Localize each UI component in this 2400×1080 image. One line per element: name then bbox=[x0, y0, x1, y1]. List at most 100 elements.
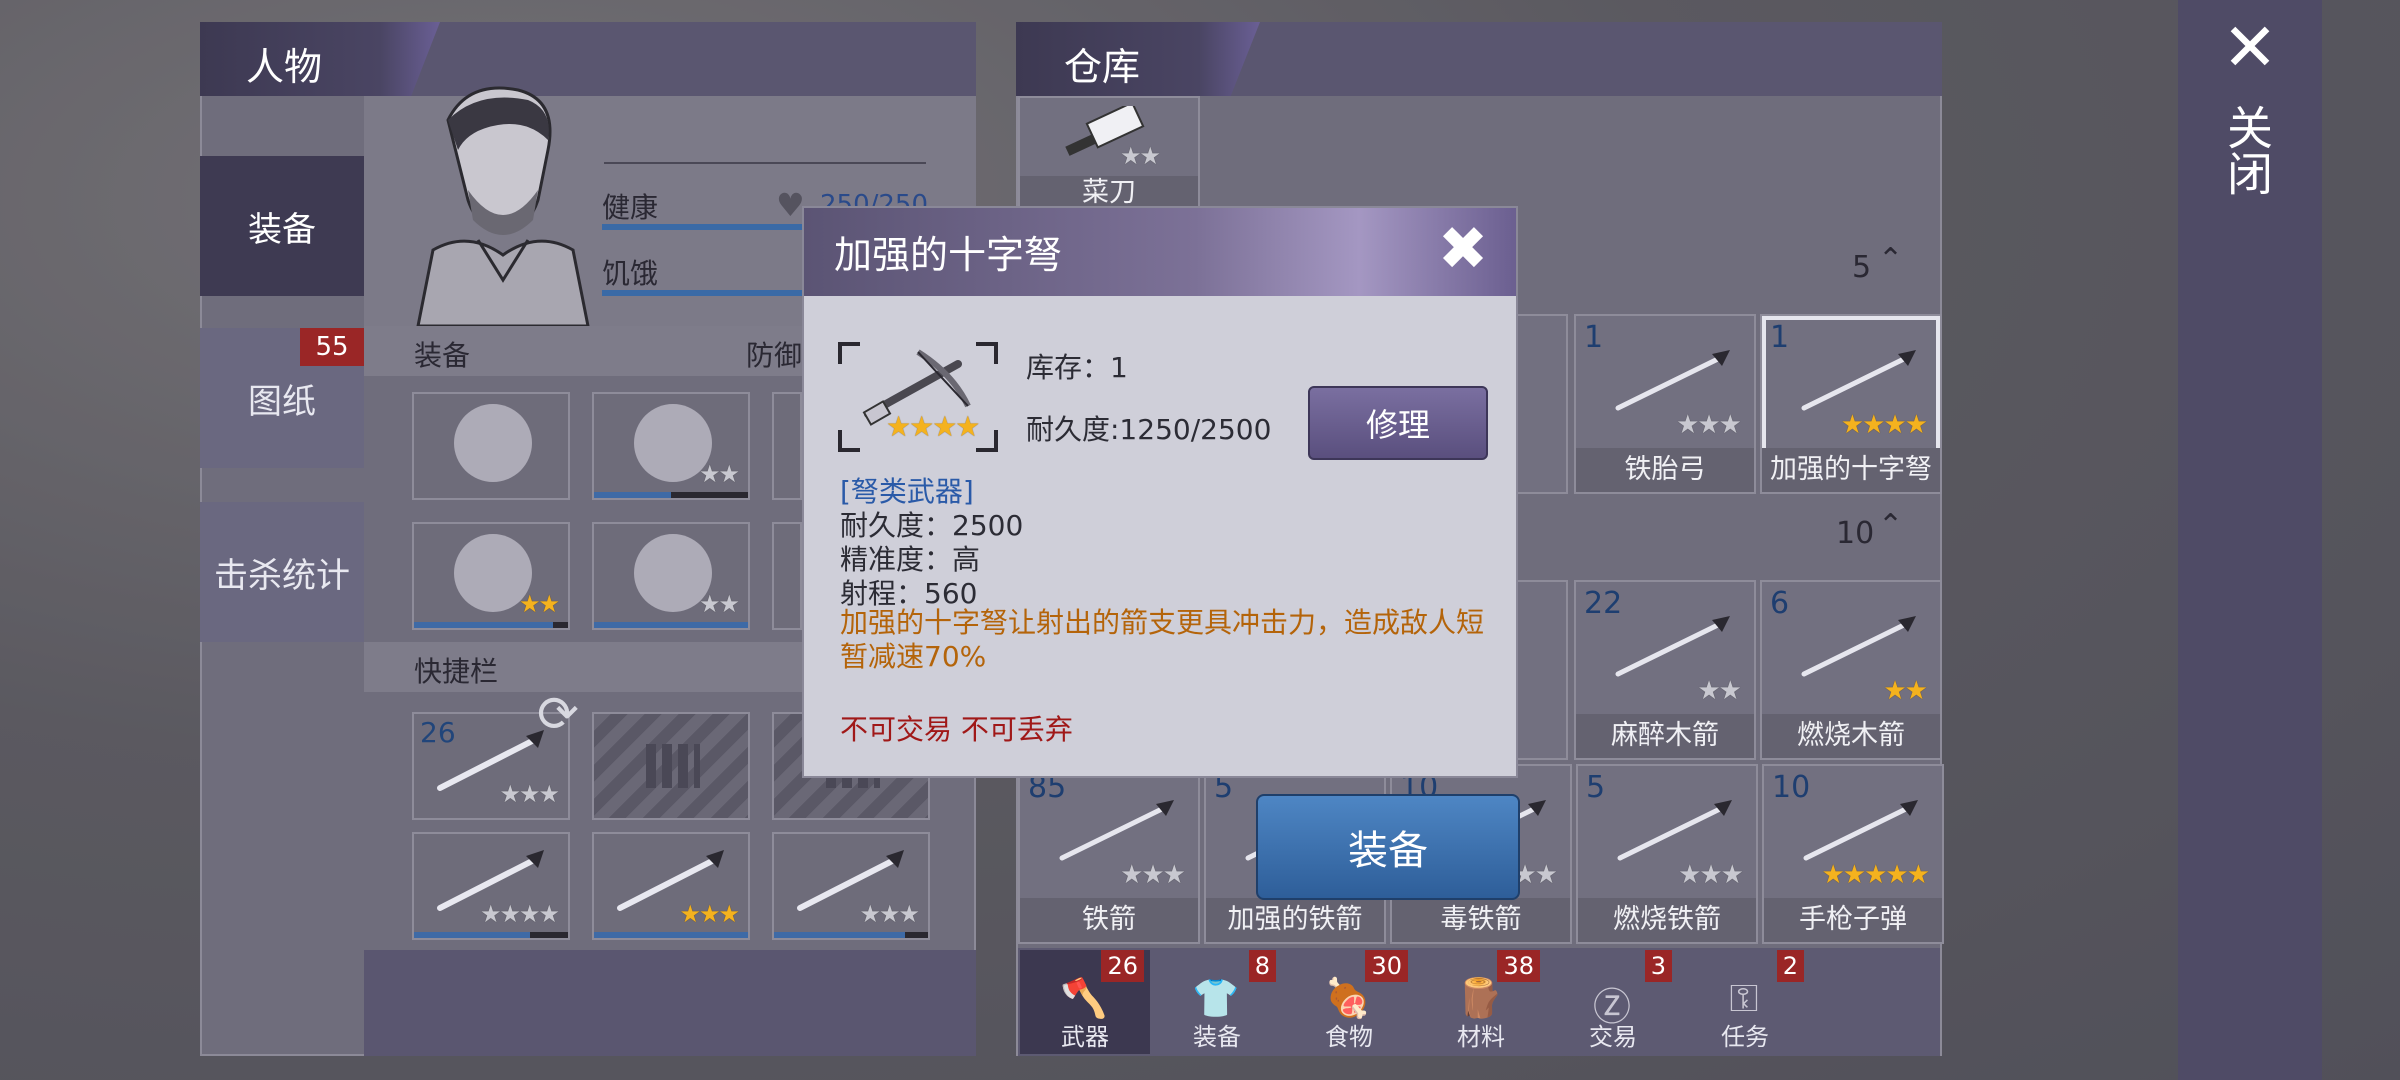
side-tab-label: 装备 bbox=[248, 209, 316, 250]
warehouse-item[interactable]: 1 ★★★ 铁胎弓 bbox=[1574, 314, 1756, 494]
equip-slot[interactable]: ★★ bbox=[592, 522, 750, 630]
sedative-arrow-icon bbox=[1606, 612, 1736, 686]
tab-label: 任务 bbox=[1721, 1023, 1769, 1051]
warehouse-item[interactable]: 10 ★★★★★ 手枪子弹 bbox=[1762, 764, 1944, 944]
item-detail-popup: 加强的十字弩 ✖ ★★★★ 库存：1 耐久度:1250/2500 修理 [弩类武… bbox=[802, 206, 1518, 778]
item-name: 燃烧铁箭 bbox=[1578, 898, 1756, 942]
item-stars: ★★★★★ bbox=[1821, 860, 1930, 890]
item-name: 铁箭 bbox=[1020, 898, 1198, 942]
tab-count-badge: 38 bbox=[1497, 950, 1540, 982]
hunger-label: 饥饿 bbox=[602, 257, 659, 290]
durability-bar bbox=[594, 622, 748, 628]
item-stars: ★★★★ bbox=[1840, 410, 1928, 440]
equip-slot[interactable] bbox=[772, 392, 802, 500]
quick-slot-count: 26 bbox=[420, 716, 456, 749]
item-name: 菜刀 bbox=[1020, 176, 1198, 210]
section2-collapse-icon[interactable]: ⌃ bbox=[1878, 508, 1903, 543]
equip-slot[interactable] bbox=[412, 392, 570, 500]
character-portrait bbox=[408, 80, 592, 328]
description-text: 加强的十字弩让射出的箭支更具冲击力，造成敌人短暂减速70% bbox=[840, 606, 1485, 673]
quickbar-section-label: 快捷栏 bbox=[414, 655, 499, 688]
item-name: 毒铁箭 bbox=[1392, 898, 1570, 942]
item-stars: ★★ bbox=[1120, 142, 1161, 170]
section2-count: 10 bbox=[1836, 516, 1875, 551]
repair-button[interactable]: 修理 bbox=[1308, 386, 1488, 460]
equip-slot[interactable]: ★★ bbox=[592, 392, 750, 500]
warehouse-item[interactable]: 22 ★★ 麻醉木箭 bbox=[1574, 580, 1756, 760]
popup-close-button[interactable]: ✖ bbox=[1430, 216, 1496, 282]
bottom-tab[interactable]: ⚿ 2 任务 bbox=[1680, 950, 1810, 1054]
tab-count-badge: 30 bbox=[1365, 950, 1408, 982]
item-stars: ★★ bbox=[1883, 676, 1928, 706]
quick-slot[interactable]: ★★★ bbox=[772, 832, 930, 940]
swap-icon[interactable]: ⟳ bbox=[528, 684, 588, 744]
bottom-tab[interactable]: 🪓 26 武器 bbox=[1020, 950, 1150, 1054]
slot-stars: ★★★ bbox=[679, 900, 740, 928]
equip-slot[interactable]: ★★ bbox=[412, 522, 570, 630]
bottom-tab[interactable]: 👕 8 装备 bbox=[1152, 950, 1282, 1054]
warehouse-item[interactable]: 85 ★★★ 铁箭 bbox=[1018, 764, 1200, 944]
close-icon[interactable]: ✕ bbox=[2218, 15, 2282, 81]
character-title: 人物 bbox=[246, 45, 323, 89]
warehouse-item[interactable]: 1 ★★★★ 加强的十字弩 bbox=[1760, 314, 1942, 494]
warehouse-item[interactable]: 5 ★★★ 燃烧铁箭 bbox=[1576, 764, 1758, 944]
health-label: 健康 bbox=[602, 191, 659, 224]
slot-stars: ★★★ bbox=[859, 900, 920, 928]
iron-arrow-icon bbox=[1050, 796, 1180, 870]
item-stars: ★★★ bbox=[1678, 860, 1744, 890]
tab-label: 武器 bbox=[1061, 1023, 1109, 1051]
item-name: 手枪子弹 bbox=[1764, 898, 1942, 942]
tab-label: 装备 bbox=[1193, 1023, 1241, 1051]
item-count: 6 bbox=[1770, 586, 1790, 621]
tab-count-badge: 8 bbox=[1248, 950, 1276, 982]
bow-icon bbox=[1606, 346, 1736, 420]
fire-iron-arrow-icon bbox=[1608, 796, 1738, 870]
bottom-tab[interactable]: 🍖 30 食物 bbox=[1284, 950, 1414, 1054]
helmet-icon bbox=[454, 404, 532, 482]
quick-slot[interactable]: ★★★★ bbox=[412, 832, 570, 940]
quick-slot[interactable]: ★★★ bbox=[592, 832, 750, 940]
durability-bar bbox=[774, 932, 928, 938]
restriction-text: 不可交易 不可丢弃 bbox=[840, 713, 1073, 746]
tab-label: 食物 bbox=[1325, 1023, 1373, 1051]
tab-count-badge: 2 bbox=[1776, 950, 1804, 982]
popup-item-stars: ★★★★ bbox=[886, 410, 980, 443]
slot-stars: ★★★ bbox=[499, 780, 560, 808]
tab-label: 交易 bbox=[1589, 1023, 1637, 1051]
side-tab-2[interactable]: 击杀统计 bbox=[200, 502, 364, 642]
side-tab-1[interactable]: 图纸 55 bbox=[200, 328, 364, 468]
side-tab-0[interactable]: 装备 bbox=[200, 156, 364, 296]
tab-label: 材料 bbox=[1457, 1023, 1505, 1051]
blueprint-count-badge: 55 bbox=[300, 328, 364, 366]
close-label[interactable]: 关闭 bbox=[2220, 104, 2274, 196]
side-tab-label: 图纸 bbox=[248, 381, 316, 422]
durability-bar bbox=[414, 932, 568, 938]
item-count: 1 bbox=[1584, 320, 1604, 355]
durability-bar bbox=[414, 622, 568, 628]
slot-stars: ★★ bbox=[698, 460, 740, 488]
durability-bar bbox=[594, 932, 748, 938]
bottom-tab[interactable]: 🪵 38 材料 bbox=[1416, 950, 1546, 1054]
warehouse-item-kitchen-knife[interactable]: ★★ 菜刀 bbox=[1018, 96, 1200, 212]
popup-title: 加强的十字弩 bbox=[834, 233, 1063, 277]
item-stars: ★★ bbox=[1697, 676, 1742, 706]
warehouse-header: 仓库 bbox=[1016, 22, 1942, 96]
crossbow-icon bbox=[1792, 346, 1922, 420]
item-count: 5 bbox=[1586, 770, 1606, 805]
section1-collapse-icon[interactable]: ⌃ bbox=[1878, 242, 1903, 277]
item-name: 加强的铁箭 bbox=[1206, 898, 1384, 942]
pistol-ammo-icon bbox=[1794, 796, 1924, 870]
durability-text: 耐久度:1250/2500 bbox=[1026, 413, 1272, 446]
tab-count-badge: 3 bbox=[1644, 950, 1672, 982]
slot-stars: ★★ bbox=[518, 590, 560, 618]
tab-count-badge: 26 bbox=[1101, 950, 1144, 982]
item-name: 铁胎弓 bbox=[1576, 448, 1754, 492]
warehouse-item[interactable]: 6 ★★ 燃烧木箭 bbox=[1760, 580, 1942, 760]
side-tab-label: 击杀统计 bbox=[214, 555, 350, 596]
bottom-tab[interactable]: Ⓩ 3 交易 bbox=[1548, 950, 1678, 1054]
equip-button[interactable]: 装备 bbox=[1256, 794, 1520, 900]
item-name: 麻醉木箭 bbox=[1576, 714, 1754, 758]
item-stars: ★★★ bbox=[1120, 860, 1186, 890]
equip-section-label: 装备 bbox=[414, 339, 471, 372]
equip-slot[interactable] bbox=[772, 522, 802, 630]
